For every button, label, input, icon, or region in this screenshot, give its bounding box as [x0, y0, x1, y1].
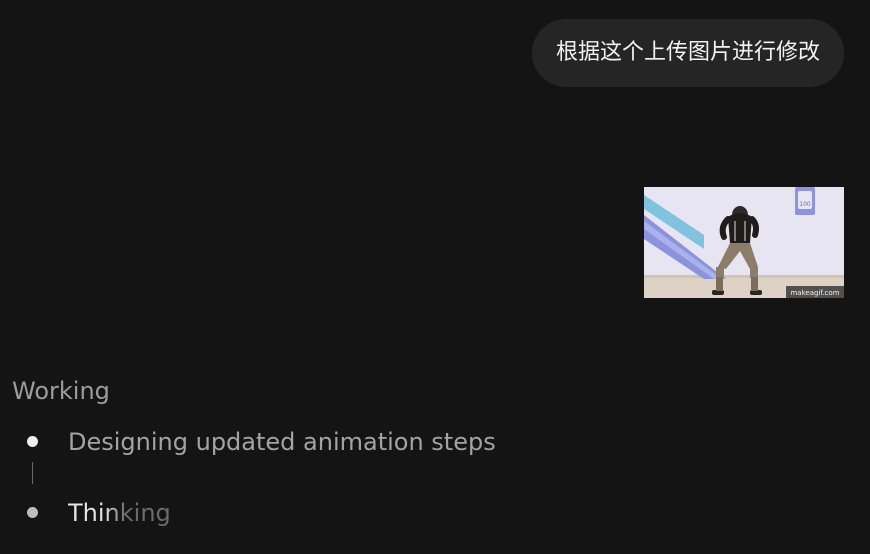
watermark-text: makeagif.com — [790, 289, 839, 297]
step-label: Thinking — [68, 499, 171, 527]
chat-view: 根据这个上传图片进行修改 100 makeagif.com Working De… — [0, 0, 870, 554]
dancer-gif-image: 100 makeagif.com — [644, 187, 844, 298]
step-connector-line — [32, 462, 33, 484]
user-message-bubble: 根据这个上传图片进行修改 — [531, 19, 844, 87]
wall-sign-number: 100 — [799, 201, 811, 208]
status-heading: Working — [12, 377, 110, 405]
step-complete-dot-icon — [27, 436, 38, 447]
uploaded-image-thumbnail[interactable]: 100 makeagif.com — [644, 187, 844, 298]
user-message-text: 根据这个上传图片进行修改 — [555, 40, 820, 65]
step-label: Designing updated animation steps — [68, 428, 496, 456]
step-active-dot-icon — [27, 507, 38, 518]
